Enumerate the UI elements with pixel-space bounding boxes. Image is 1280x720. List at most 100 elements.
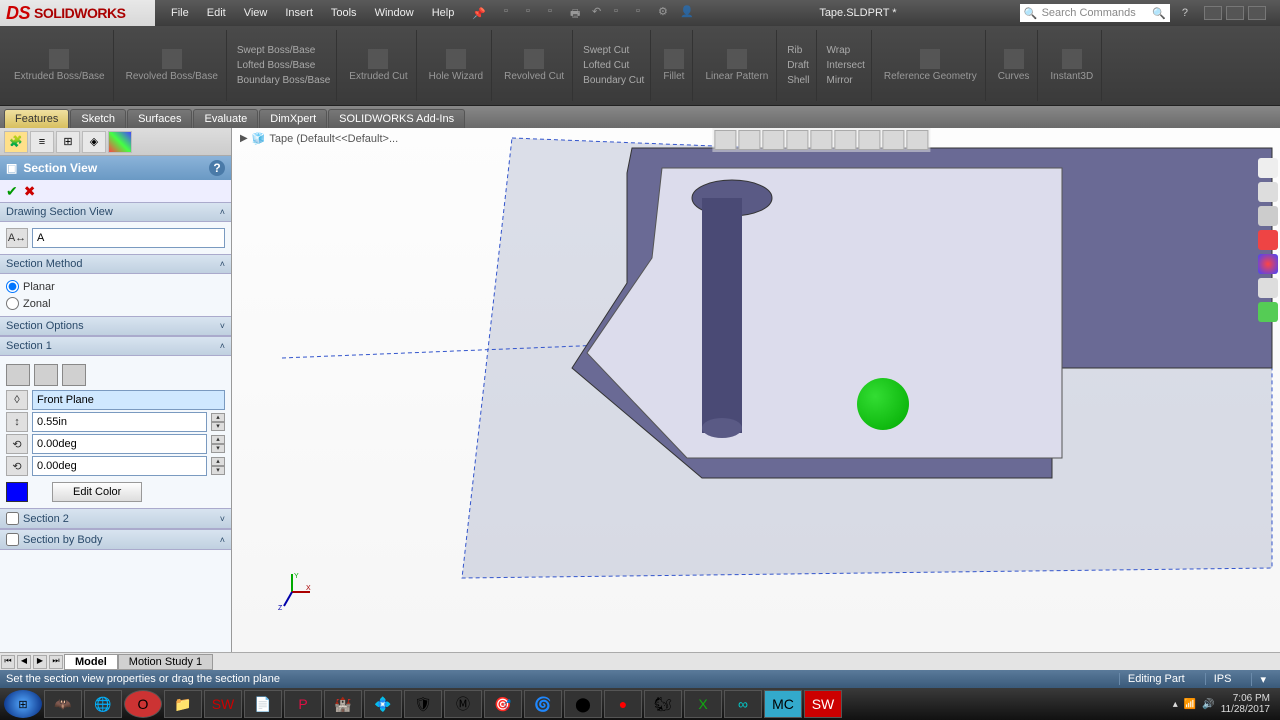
section2-head[interactable]: Section 2˅ xyxy=(0,508,231,529)
appearance-mgr-icon[interactable] xyxy=(108,131,132,153)
boss-list[interactable]: Swept Boss/Base Lofted Boss/Base Boundar… xyxy=(231,30,337,101)
custom-props-icon[interactable] xyxy=(1258,278,1278,298)
curves-button[interactable]: Curves xyxy=(990,30,1039,101)
prev-view-icon[interactable] xyxy=(762,130,784,150)
minimize-button[interactable] xyxy=(1204,6,1222,20)
search-go-icon[interactable]: 🔍 xyxy=(1152,7,1166,20)
prev-tab-icon[interactable]: ◀ xyxy=(17,655,31,669)
start-button[interactable]: ⊞ xyxy=(4,690,42,718)
select-icon[interactable]: ▫ xyxy=(614,5,630,21)
zoom-fit-icon[interactable] xyxy=(714,130,736,150)
revolved-boss-button[interactable]: Revolved Boss/Base xyxy=(118,30,227,101)
hide-show-icon[interactable] xyxy=(858,130,880,150)
new-icon[interactable]: ▫ xyxy=(504,5,520,21)
menu-edit[interactable]: Edit xyxy=(199,3,234,24)
rotx-input[interactable] xyxy=(32,434,207,454)
drawing-section-head[interactable]: Drawing Section View˄ xyxy=(0,202,231,222)
taskbar-app[interactable]: 🐿 xyxy=(644,690,682,718)
pin-icon[interactable]: 📌 xyxy=(464,3,494,24)
instant3d-button[interactable]: Instant3D xyxy=(1042,30,1102,101)
last-tab-icon[interactable]: ⏭ xyxy=(49,655,63,669)
menu-tools[interactable]: Tools xyxy=(323,3,365,24)
display-style-icon[interactable] xyxy=(834,130,856,150)
search-commands[interactable]: 🔍 Search Commands 🔍 xyxy=(1020,4,1170,22)
taskbar-record[interactable]: ● xyxy=(604,690,642,718)
open-icon[interactable]: ▫ xyxy=(526,5,542,21)
taskbar-app[interactable]: 🦇 xyxy=(44,690,82,718)
motion-study-tab[interactable]: Motion Study 1 xyxy=(118,654,213,670)
extruded-cut-button[interactable]: Extruded Cut xyxy=(341,30,416,101)
user-icon[interactable]: 👤 xyxy=(680,5,696,21)
taskbar-app[interactable]: 🛡 xyxy=(404,690,442,718)
forum-icon[interactable] xyxy=(1258,302,1278,322)
taskbar-app[interactable]: 🎯 xyxy=(484,690,522,718)
scene-icon[interactable] xyxy=(882,130,904,150)
section-plane-input[interactable] xyxy=(32,390,225,410)
taskbar-app[interactable]: 🏰 xyxy=(324,690,362,718)
menu-insert[interactable]: Insert xyxy=(277,3,321,24)
file-explorer-icon[interactable] xyxy=(1258,206,1278,226)
roty-input[interactable] xyxy=(32,456,207,476)
taskbar-chrome[interactable]: 🌀 xyxy=(524,690,562,718)
taskbar-app[interactable]: 🌐 xyxy=(84,690,122,718)
taskbar-sw2015[interactable]: SW xyxy=(204,690,242,718)
offset-spinner[interactable]: ▴▾ xyxy=(211,413,225,431)
flyout-tree[interactable]: ▶ 🧊 Tape (Default<<Default>... xyxy=(240,132,398,145)
tray-up-icon[interactable]: ▴ xyxy=(1173,699,1178,710)
design-lib-icon[interactable] xyxy=(1258,182,1278,202)
top-plane-btn[interactable] xyxy=(34,364,58,386)
print-icon[interactable]: 🖶 xyxy=(570,5,586,21)
tab-sketch[interactable]: Sketch xyxy=(70,109,126,128)
extruded-boss-button[interactable]: Extruded Boss/Base xyxy=(6,30,114,101)
fillet-button[interactable]: Fillet xyxy=(655,30,693,101)
taskbar-app[interactable]: ⬤ xyxy=(564,690,602,718)
section-body-check[interactable] xyxy=(6,533,19,546)
maximize-button[interactable] xyxy=(1226,6,1244,20)
first-tab-icon[interactable]: ⏮ xyxy=(1,655,15,669)
save-icon[interactable]: ▫ xyxy=(548,5,564,21)
zoom-area-icon[interactable] xyxy=(738,130,760,150)
help-icon[interactable]: ? xyxy=(1182,7,1188,19)
taskbar-excel[interactable]: X xyxy=(684,690,722,718)
options-icon[interactable]: ⚙ xyxy=(658,5,674,21)
right-plane-btn[interactable] xyxy=(62,364,86,386)
rotx-spinner[interactable]: ▴▾ xyxy=(211,435,225,453)
appearances-icon[interactable] xyxy=(1258,254,1278,274)
taskbar-notepad[interactable]: 📄 xyxy=(244,690,282,718)
expand-icon[interactable]: ▶ xyxy=(240,133,248,144)
section-by-body-head[interactable]: Section by Body˄ xyxy=(0,529,231,550)
tab-dimxpert[interactable]: DimXpert xyxy=(259,109,327,128)
menu-window[interactable]: Window xyxy=(367,3,422,24)
revolved-cut-button[interactable]: Revolved Cut xyxy=(496,30,573,101)
tray-volume-icon[interactable]: 🔊 xyxy=(1202,699,1214,710)
model-tab[interactable]: Model xyxy=(64,654,118,670)
tray-network-icon[interactable]: 📶 xyxy=(1184,699,1196,710)
section2-check[interactable] xyxy=(6,512,19,525)
section1-head[interactable]: Section 1˄ xyxy=(0,336,231,356)
view-settings-icon[interactable] xyxy=(906,130,928,150)
tab-evaluate[interactable]: Evaluate xyxy=(193,109,258,128)
edit-color-button[interactable]: Edit Color xyxy=(52,482,142,502)
property-mgr-icon[interactable]: ≡ xyxy=(30,131,54,153)
tab-features[interactable]: Features xyxy=(4,109,69,128)
taskbar-app[interactable]: 💠 xyxy=(364,690,402,718)
taskbar-powerpoint[interactable]: P xyxy=(284,690,322,718)
taskbar-arduino[interactable]: ∞ xyxy=(724,690,762,718)
drawing-section-input[interactable] xyxy=(32,228,225,248)
planar-radio[interactable] xyxy=(6,280,19,293)
ok-button[interactable]: ✔ xyxy=(6,183,18,200)
feature-tree-icon[interactable]: 🧩 xyxy=(4,131,28,153)
view-orient-icon[interactable] xyxy=(810,130,832,150)
menu-help[interactable]: Help xyxy=(424,3,463,24)
config-mgr-icon[interactable]: ⊞ xyxy=(56,131,80,153)
rebuild-icon[interactable]: ▫ xyxy=(636,5,652,21)
roty-spinner[interactable]: ▴▾ xyxy=(211,457,225,475)
section-method-head[interactable]: Section Method˄ xyxy=(0,254,231,274)
feature-list[interactable]: Rib Draft Shell xyxy=(781,30,816,101)
section-view-icon[interactable] xyxy=(786,130,808,150)
section-color-swatch[interactable] xyxy=(6,482,28,502)
status-units[interactable]: IPS xyxy=(1205,673,1240,685)
undo-icon[interactable]: ↶ xyxy=(592,5,608,21)
ref-geometry-button[interactable]: Reference Geometry xyxy=(876,30,986,101)
view-palette-icon[interactable] xyxy=(1258,230,1278,250)
